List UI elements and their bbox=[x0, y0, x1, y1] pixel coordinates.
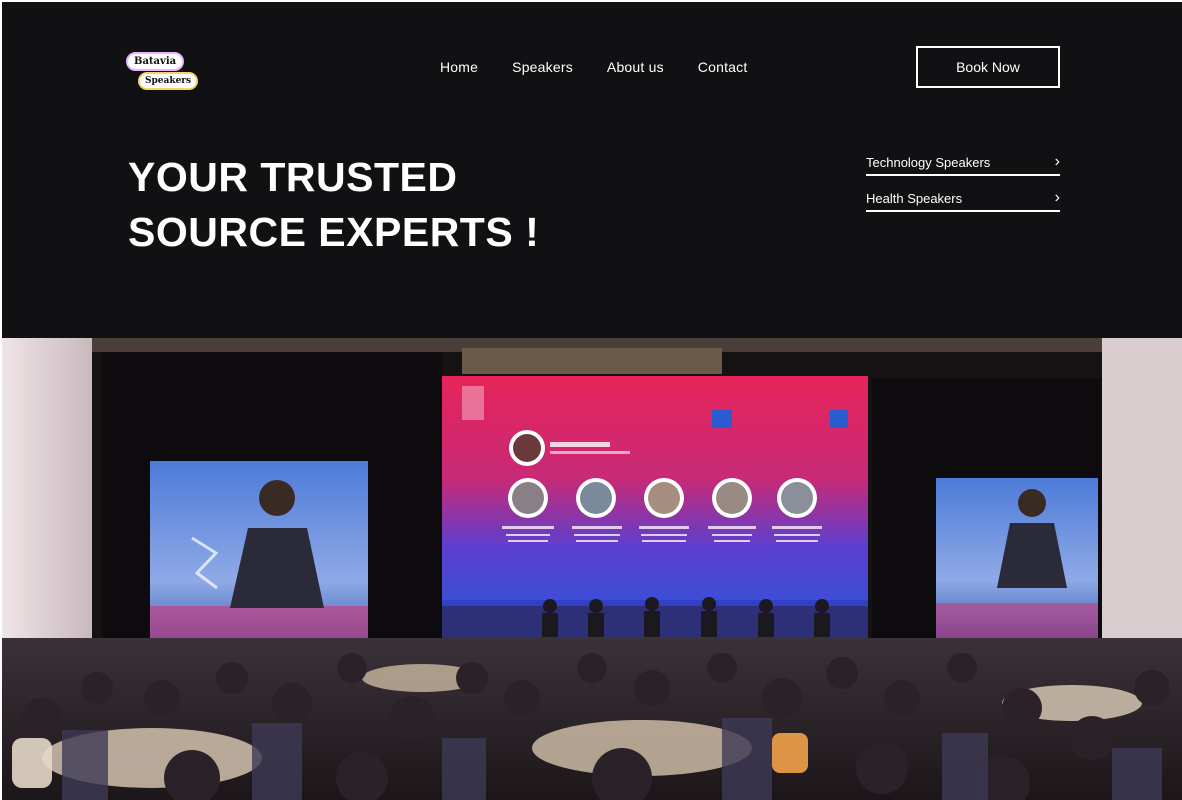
chevron-right-icon: › bbox=[1054, 153, 1060, 170]
nav-about-us[interactable]: About us bbox=[607, 59, 664, 75]
category-label: Health Speakers bbox=[866, 190, 963, 206]
conference-photo bbox=[2, 338, 1182, 800]
chevron-right-icon: › bbox=[1054, 189, 1060, 206]
nav-home[interactable]: Home bbox=[440, 59, 478, 75]
brand-logo-line2: Speakers bbox=[138, 72, 199, 90]
hero-headline-line2: SOURCE EXPERTS ! bbox=[128, 209, 540, 255]
book-now-button[interactable]: Book Now bbox=[916, 46, 1060, 88]
hero-header: Batavia Speakers Home Speakers About us … bbox=[2, 2, 1182, 338]
category-label: Technology Speakers bbox=[866, 154, 991, 170]
category-health-speakers[interactable]: Health Speakers › bbox=[866, 186, 1060, 212]
category-technology-speakers[interactable]: Technology Speakers › bbox=[866, 150, 1060, 176]
speaker-categories: Technology Speakers › Health Speakers › bbox=[866, 150, 1060, 222]
brand-logo-line1: Batavia bbox=[126, 52, 185, 71]
brand-logo[interactable]: Batavia Speakers bbox=[126, 52, 199, 92]
page-left-edge bbox=[0, 0, 2, 800]
conference-illustration bbox=[2, 338, 1182, 800]
hero-headline: YOUR TRUSTED SOURCE EXPERTS ! bbox=[128, 150, 539, 260]
nav-speakers[interactable]: Speakers bbox=[512, 59, 573, 75]
main-nav: Home Speakers About us Contact bbox=[440, 59, 747, 75]
hero-headline-line1: YOUR TRUSTED bbox=[128, 154, 458, 200]
nav-contact[interactable]: Contact bbox=[698, 59, 748, 75]
